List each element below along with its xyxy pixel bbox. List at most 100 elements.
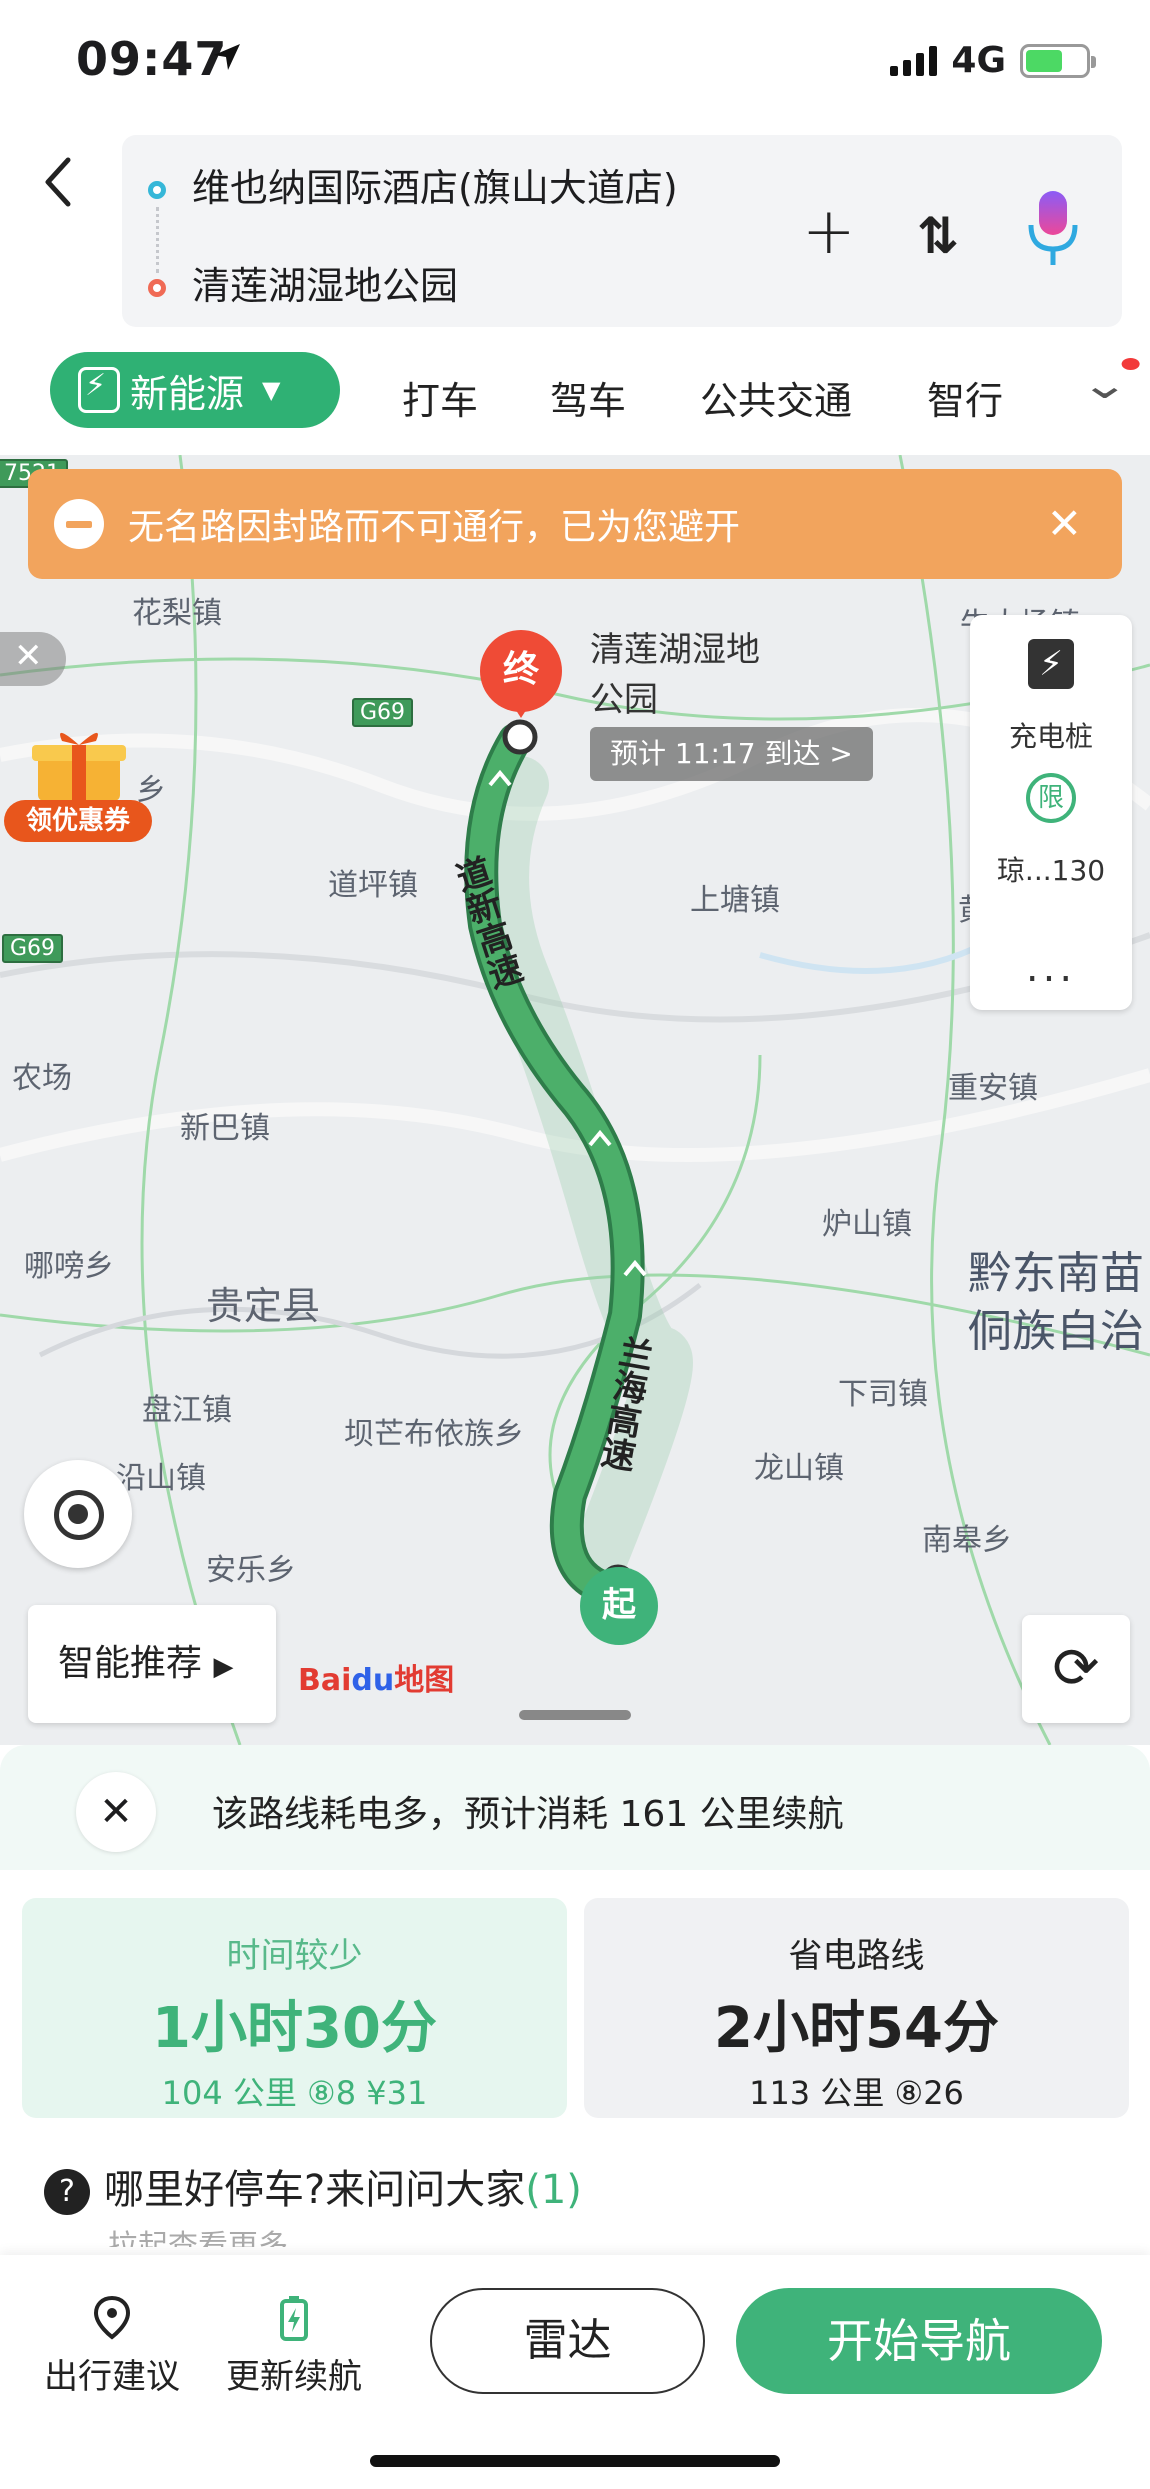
- status-bar: 09:47 4G: [0, 0, 1150, 125]
- place-label: 龙山镇: [754, 1451, 844, 1486]
- tab-smart[interactable]: 智行: [927, 370, 1003, 425]
- map-side-panel: ⚡ 充电桩 限 琼...130 ...: [970, 615, 1132, 1010]
- region-label: 黔东南苗 侗族自治: [968, 1245, 1144, 1361]
- eta-badge[interactable]: 预计 11:17 到达 >: [590, 727, 873, 781]
- route-sheet: ✕ 该路线耗电多，预计消耗 161 公里续航 时间较少 1小时30分 104 公…: [0, 1745, 1150, 2489]
- play-arrow-icon: ▶: [213, 1652, 234, 1682]
- tab-drive[interactable]: 驾车: [550, 370, 626, 425]
- tab-new-energy[interactable]: 新能源 ▼: [50, 352, 340, 428]
- route-option-label: 时间较少: [226, 1936, 363, 1976]
- start-navigation-button[interactable]: 开始导航: [736, 2288, 1102, 2394]
- parking-qa-link[interactable]: ? 哪里好停车?来问问大家(1): [44, 2157, 582, 2215]
- more-tabs-chevron-icon[interactable]: ⌄: [1080, 358, 1139, 408]
- route-option-time: 2小时54分: [714, 1996, 999, 2061]
- location-arrow-icon: [214, 44, 240, 70]
- qa-hint: 拉起查看更多: [108, 2229, 288, 2247]
- place-label: 下司镇: [838, 1377, 928, 1412]
- highway-shield: G69: [352, 698, 414, 727]
- charging-station-label: 充电桩: [1008, 720, 1093, 753]
- radar-button[interactable]: 雷达: [430, 2288, 705, 2394]
- travel-advice-label: 出行建议: [44, 2357, 180, 2397]
- status-time: 09:47: [76, 32, 228, 86]
- tab-new-energy-label: 新能源: [130, 371, 245, 416]
- coupon-badge[interactable]: 领优惠券: [4, 723, 154, 842]
- baidu-map-logo: Baidu地图: [298, 1655, 454, 1699]
- update-range-label: 更新续航: [226, 2357, 362, 2397]
- status-indicators: 4G: [890, 40, 1096, 81]
- logo-text: Bai: [298, 1663, 352, 1698]
- gift-box-icon: [32, 732, 126, 801]
- place-label: 坝芒布依族乡: [344, 1417, 524, 1452]
- travel-advice-button[interactable]: 出行建议: [44, 2295, 180, 2398]
- place-label: 重安镇: [948, 1071, 1038, 1106]
- destination-dot-icon: [148, 279, 166, 297]
- caret-down-icon: ▼: [262, 376, 281, 404]
- car-brand-icon: ✕: [76, 1772, 156, 1852]
- smart-recommend-label: 智能推荐: [58, 1643, 203, 1684]
- destination-map-label: 清莲湖湿地公园: [590, 630, 760, 720]
- logo-map-text: 地图: [394, 1663, 455, 1698]
- place-label: 花梨镇: [132, 596, 222, 631]
- plate-limit-label: 琼...130: [996, 854, 1106, 887]
- route-option-meta: 104 公里 ⑧8 ¥31: [161, 2074, 428, 2112]
- alert-close-button[interactable]: ✕: [1047, 499, 1082, 548]
- place-label: 沿山镇: [116, 1461, 206, 1496]
- start-pin[interactable]: 起: [580, 1567, 658, 1645]
- place-label: 安乐乡: [206, 1553, 296, 1588]
- energy-notice-text: 该路线耗电多，预计消耗 161 公里续航: [212, 1794, 844, 1835]
- alert-text: 无名路因封路而不可通行，已为您避开: [128, 507, 741, 548]
- battery-charge-icon: [280, 2296, 308, 2341]
- chevron-left-icon: [45, 157, 71, 207]
- add-waypoint-button[interactable]: +: [802, 195, 856, 269]
- destination-pin[interactable]: 终: [480, 630, 562, 718]
- update-range-button[interactable]: 更新续航: [226, 2295, 362, 2398]
- place-label: 农场: [12, 1061, 72, 1096]
- qa-count: (1): [525, 2167, 582, 2213]
- tab-transit[interactable]: 公共交通: [700, 370, 852, 425]
- locate-me-button[interactable]: [24, 1460, 132, 1568]
- travel-mode-tabs: 新能源 ▼ 打车 驾车 公共交通 智行 ⌄: [0, 340, 1150, 450]
- qa-text: 哪里好停车?来问问大家: [104, 2167, 526, 2213]
- region-label-line: 黔东南苗: [968, 1248, 1144, 1299]
- highway-shield: G69: [2, 934, 64, 963]
- back-button[interactable]: [38, 152, 88, 212]
- origin-dot-icon: [148, 181, 166, 199]
- place-label: 新巴镇: [180, 1111, 270, 1146]
- route-option-label: 省电路线: [788, 1936, 925, 1976]
- place-label: 哪嗙乡: [24, 1249, 114, 1284]
- no-entry-icon: [54, 499, 104, 549]
- refresh-route-icon[interactable]: ⟳: [1022, 1615, 1130, 1723]
- swap-route-button[interactable]: ⇅: [917, 207, 959, 265]
- origin-field[interactable]: 维也纳国际酒店(旗山大道店): [192, 157, 678, 212]
- energy-notice-bar: ✕ 该路线耗电多，预计消耗 161 公里续航: [0, 1745, 1150, 1870]
- tab-taxi[interactable]: 打车: [402, 370, 478, 425]
- place-label: 贵定县: [206, 1284, 321, 1328]
- question-icon: ?: [44, 2169, 90, 2215]
- place-label: 道坪镇: [328, 868, 418, 903]
- ev-charging-icon: [78, 367, 120, 413]
- network-type: 4G: [951, 40, 1006, 81]
- restriction-icon: 限: [1026, 773, 1076, 823]
- signal-icon: [890, 45, 938, 76]
- more-options-icon[interactable]: ...: [970, 945, 1132, 991]
- bottom-toolbar: 出行建议 更新续航 雷达 开始导航: [0, 2255, 1150, 2489]
- place-label: 上塘镇: [690, 883, 780, 918]
- place-label: 南皋乡: [922, 1523, 1012, 1558]
- destination-field[interactable]: 清莲湖湿地公园: [192, 255, 458, 310]
- place-label: 炉山镇: [822, 1207, 912, 1242]
- route-input-box: 维也纳国际酒店(旗山大道店) 清莲湖湿地公园 + ⇅: [122, 135, 1122, 327]
- logo-paw: du: [351, 1663, 395, 1698]
- battery-icon: [1020, 43, 1096, 78]
- route-option-fastest[interactable]: 时间较少 1小时30分 104 公里 ⑧8 ¥31: [22, 1898, 567, 2118]
- location-pin-icon: [93, 2295, 131, 2340]
- route-option-time: 1小时30分: [152, 1996, 437, 2061]
- place-label: 盘江镇: [142, 1393, 232, 1428]
- route-connector: [156, 207, 159, 273]
- route-option-eco[interactable]: 省电路线 2小时54分 113 公里 ⑧26: [584, 1898, 1129, 2118]
- road-closure-alert: 无名路因封路而不可通行，已为您避开 ✕: [28, 469, 1122, 579]
- smart-recommend-button[interactable]: 智能推荐 ▶: [28, 1605, 276, 1723]
- microphone-icon[interactable]: [1027, 187, 1079, 269]
- map-view[interactable]: 7521 G69 G69 花梨镇 道坪镇 上塘镇 农场 新巴镇 重安镇 炉山镇 …: [0, 455, 1150, 1745]
- close-icon[interactable]: ✕: [0, 632, 66, 686]
- sheet-drag-handle[interactable]: [519, 1710, 631, 1720]
